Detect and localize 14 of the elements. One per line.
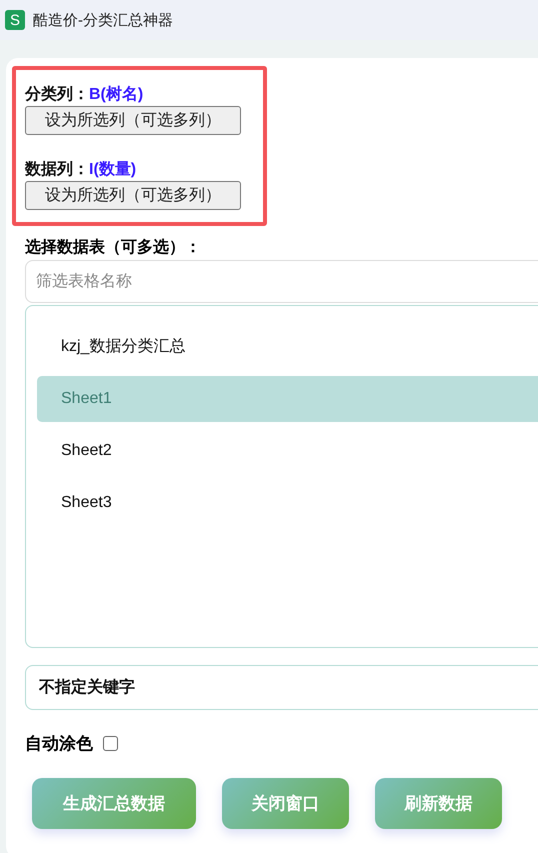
search-field[interactable]: 筛选表格名称 xyxy=(25,260,538,303)
set-column-button[interactable]: 设为所选列（可选多列） xyxy=(25,106,241,135)
checkbox-label: 自动涂色 xyxy=(25,732,93,754)
keyword-field[interactable]: 不指定关键字 xyxy=(25,665,538,710)
window-title: 酷造价-分类汇总神器 xyxy=(33,10,173,30)
section-label: 选择数据表（可多选）： xyxy=(25,238,202,258)
sheet-item[interactable]: Sheet2 xyxy=(37,428,538,474)
column-label: 分类列：B(树名) xyxy=(25,84,144,105)
column-label: 数据列：I(数量) xyxy=(25,160,138,180)
checkbox[interactable] xyxy=(103,736,118,750)
app-logo-icon: S xyxy=(5,10,25,30)
set-column-button[interactable]: 设为所选列（可选多列） xyxy=(25,181,241,210)
sheet-item[interactable]: Sheet3 xyxy=(37,480,538,526)
sheet-item[interactable]: kzj_数据分类汇总 xyxy=(37,324,538,370)
